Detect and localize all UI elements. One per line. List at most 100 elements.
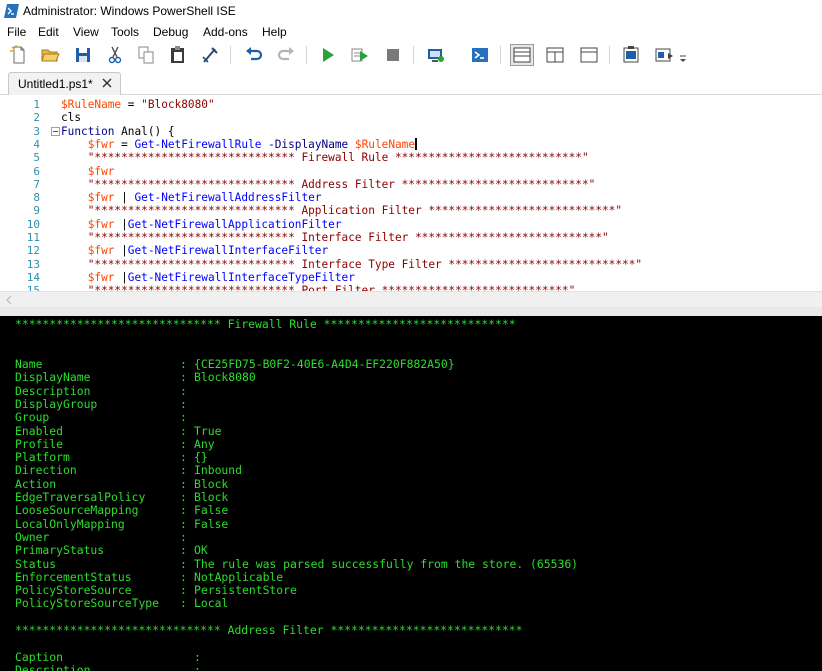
code-token: $RuleName — [354, 137, 416, 151]
code-token: | — [114, 244, 128, 258]
script-editor[interactable]: 1 2 3 4 5 6 7 8 9 10 11 12 13 14 15 $RuleName = "Block8… — [0, 95, 822, 291]
property-separator: : — [180, 463, 187, 478]
code-token: $fwr — [87, 137, 115, 151]
line-number: 1 — [33, 98, 40, 111]
show-script-pane-right-icon[interactable] — [545, 45, 565, 65]
menu-debug[interactable]: Debug — [153, 25, 188, 39]
code-token: "****************************** Address … — [87, 177, 596, 191]
code-line: "****************************** Applicat… — [61, 204, 622, 217]
property-separator: : — [180, 436, 187, 451]
code-line: "****************************** Port Fil… — [61, 284, 576, 291]
property-separator: : — [180, 490, 187, 504]
cut-icon[interactable] — [105, 45, 125, 65]
code-token: "Block8080" — [141, 98, 215, 111]
run-selection-icon[interactable] — [350, 45, 370, 65]
code-line: Function Anal() { — [61, 125, 175, 138]
toolbar-separator — [413, 46, 414, 64]
tab-untitled1[interactable]: Untitled1.ps1* — [8, 72, 121, 95]
code-token: = — [121, 98, 142, 111]
property-name: DisplayName — [15, 370, 91, 385]
title-bar: Administrator: Windows PowerShell ISE — [0, 0, 822, 24]
powershell-console-icon[interactable] — [470, 45, 490, 65]
property-name: Enabled — [15, 423, 64, 438]
property-name: Description — [15, 383, 91, 398]
property-name: LocalOnlyMapping — [15, 516, 125, 531]
collapse-toggle-icon[interactable] — [51, 126, 60, 136]
customize-icon[interactable] — [678, 52, 688, 64]
code-token: $fwr — [87, 217, 115, 231]
tab-label: Untitled1.ps1* — [18, 77, 93, 91]
paste-icon[interactable] — [168, 45, 188, 65]
open-icon[interactable] — [40, 45, 60, 65]
code-token: Get-NetFirewallInterfaceFilter — [127, 244, 329, 258]
show-script-pane-top-button[interactable] — [510, 44, 534, 66]
scroll-left-icon[interactable] — [5, 295, 13, 305]
console-section-header: ****************************** Address F… — [15, 623, 523, 637]
toolbar-separator — [609, 46, 610, 64]
property-name: LooseSourceMapping — [15, 503, 139, 518]
property-name: Caption — [15, 650, 64, 664]
show-script-pane-maximized-icon[interactable] — [579, 45, 599, 65]
property-separator: : — [180, 450, 187, 465]
menu-help[interactable]: Help — [262, 25, 287, 39]
undo-icon[interactable] — [244, 45, 264, 65]
menu-addons[interactable]: Add-ons — [203, 25, 248, 39]
line-number: 11 — [26, 231, 40, 244]
code-token: Get-NetFirewallRule — [134, 137, 262, 151]
copy-icon[interactable] — [136, 45, 156, 65]
menu-view[interactable]: View — [73, 25, 99, 39]
console-pane[interactable]: ****************************** Firewall … — [0, 316, 822, 671]
line-number: 6 — [33, 164, 40, 178]
property-separator: : — [180, 423, 187, 438]
property-separator: : — [180, 396, 187, 411]
pane-splitter[interactable] — [0, 307, 822, 316]
code-line: "****************************** Firewall… — [61, 151, 589, 164]
show-command-window-icon[interactable] — [621, 45, 641, 65]
property-separator: : — [180, 556, 187, 571]
property-value: OK — [194, 543, 208, 558]
run-icon[interactable] — [318, 45, 338, 65]
save-icon[interactable] — [73, 45, 93, 65]
redo-icon[interactable] — [276, 45, 296, 65]
code-token: | — [114, 270, 128, 284]
stop-icon[interactable] — [383, 45, 403, 65]
window-title: Administrator: Windows PowerShell ISE — [23, 4, 236, 18]
property-name: Status — [15, 556, 57, 571]
property-value: Block — [194, 476, 229, 491]
property-name: PolicyStoreSourceType — [15, 596, 160, 611]
code-token: $fwr — [87, 191, 115, 205]
code-token: "****************************** Interfac… — [87, 257, 643, 271]
code-token: $fwr — [87, 244, 115, 258]
toolbar — [0, 42, 822, 68]
code-token: Get-NetFirewallInterfaceTypeFilter — [127, 270, 355, 284]
new-remote-tab-icon[interactable] — [426, 45, 446, 65]
code-line: "****************************** Interfac… — [61, 258, 642, 271]
show-command-addon-icon[interactable] — [654, 45, 674, 65]
clear-icon[interactable] — [200, 45, 220, 65]
property-value: False — [194, 503, 229, 518]
editor-horizontal-scrollbar[interactable] — [0, 291, 822, 307]
code-line: "****************************** Address … — [61, 177, 596, 191]
menu-edit[interactable]: Edit — [38, 25, 59, 39]
code-token: Function — [61, 124, 115, 138]
text-caret — [415, 137, 418, 150]
code-line: $fwr | Get-NetFirewallAddressFilter — [61, 191, 322, 204]
menu-file[interactable]: File — [7, 25, 26, 39]
property-name: PolicyStoreSource — [15, 583, 132, 598]
menu-tools[interactable]: Tools — [111, 25, 139, 39]
line-number: 9 — [33, 204, 40, 218]
code-token: $fwr — [87, 270, 115, 284]
code-token: = — [114, 137, 135, 151]
code-line: $fwr |Get-NetFirewallInterfaceTypeFilter — [61, 271, 355, 284]
property-separator: : — [180, 503, 187, 518]
close-icon[interactable] — [100, 76, 114, 90]
new-icon[interactable] — [9, 45, 29, 65]
code-token: Get-NetFirewallAddressFilter — [134, 191, 322, 205]
line-number: 8 — [33, 191, 40, 205]
